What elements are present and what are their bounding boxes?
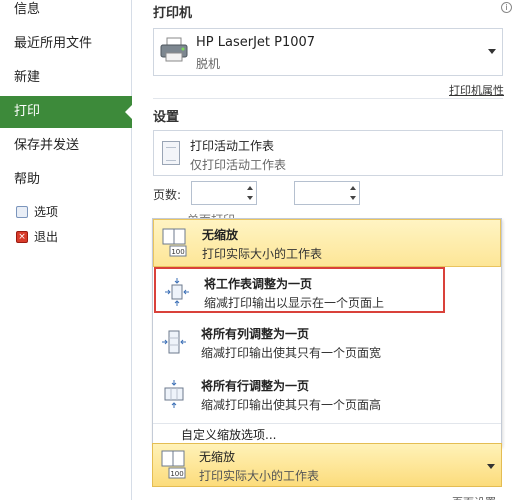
- chevron-down-icon: [488, 49, 496, 54]
- scaling-option-fit-columns[interactable]: 将所有列调整为一页 缩减打印输出使其只有一个页面宽: [153, 319, 501, 367]
- spin-up-icon[interactable]: [247, 186, 253, 190]
- option-title: 将所有行调整为一页: [201, 379, 310, 393]
- custom-scaling-options[interactable]: 自定义缩放选项...: [153, 423, 501, 445]
- sidebar-item-label: 保存并发送: [14, 138, 80, 153]
- settings-section-title: 设置: [153, 110, 180, 125]
- chevron-down-icon: [487, 464, 495, 469]
- scaling-option-fit-sheet[interactable]: 将工作表调整为一页 缩减打印输出以显示在一个页面上: [154, 267, 445, 313]
- option-title: 将所有列调整为一页: [201, 327, 310, 341]
- sidebar-item-label: 帮助: [14, 172, 41, 187]
- sidebar-item-help[interactable]: 帮助: [0, 164, 132, 196]
- scaling-select[interactable]: 100 无缩放 打印实际大小的工作表: [152, 443, 502, 487]
- sidebar-item-label: 信息: [14, 2, 41, 17]
- option-subtitle: 缩减打印输出使其只有一个页面宽: [201, 346, 382, 360]
- sidebar-item-print[interactable]: 打印: [0, 96, 133, 128]
- sidebar-item-exit[interactable]: × 退出: [16, 228, 58, 246]
- fit-rows-icon: [164, 380, 184, 408]
- pages-label: 页数:: [153, 188, 182, 202]
- sidebar-item-label: 选项: [34, 205, 59, 219]
- sidebar-item-info[interactable]: 信息: [0, 0, 132, 26]
- spin-up-icon[interactable]: [350, 186, 356, 190]
- scaling-option-fit-rows[interactable]: 将所有行调整为一页 缩减打印输出使其只有一个页面高: [153, 371, 501, 419]
- printer-icon: [160, 37, 188, 62]
- scaling-option-no-scaling[interactable]: 100 无缩放 打印实际大小的工作表: [153, 219, 501, 267]
- no-scaling-icon: 100: [162, 228, 187, 257]
- sidebar-item-label: 退出: [34, 230, 59, 244]
- pages-to-input[interactable]: [294, 181, 360, 205]
- print-scope-title: 打印活动工作表: [190, 139, 275, 153]
- sidebar-item-save-send[interactable]: 保存并发送: [0, 130, 132, 162]
- sidebar-item-options[interactable]: 选项: [16, 203, 58, 221]
- option-subtitle: 缩减打印输出以显示在一个页面上: [204, 296, 385, 310]
- printer-name: HP LaserJet P1007: [196, 35, 316, 50]
- option-title: 将工作表调整为一页: [204, 277, 313, 291]
- spin-down-icon[interactable]: [247, 196, 253, 200]
- sidebar-item-recent[interactable]: 最近所用文件: [0, 28, 132, 60]
- option-subtitle: 打印实际大小的工作表: [202, 247, 323, 261]
- options-icon: [16, 206, 28, 218]
- printer-select[interactable]: HP LaserJet P1007 脱机: [153, 28, 503, 76]
- pages-from-input[interactable]: [191, 181, 257, 205]
- sidebar-item-label: 新建: [14, 70, 41, 85]
- svg-text:100: 100: [171, 248, 184, 256]
- backstage-sidebar: 信息 最近所用文件 新建 打印 保存并发送 帮助 选项 × 退出: [0, 0, 133, 500]
- scaling-select-subtitle: 打印实际大小的工作表: [199, 469, 320, 483]
- option-title: 无缩放: [202, 228, 239, 242]
- svg-text:100: 100: [170, 470, 183, 478]
- option-subtitle: 缩减打印输出使其只有一个页面高: [201, 398, 382, 412]
- printer-status: 脱机: [196, 57, 221, 71]
- no-scaling-icon: 100: [161, 450, 186, 479]
- print-scope-select[interactable]: 打印活动工作表 仅打印活动工作表: [153, 130, 503, 176]
- printer-properties-link[interactable]: 打印机属性: [449, 82, 504, 98]
- page-setup-link[interactable]: 页面设置: [452, 494, 496, 500]
- worksheet-icon: [162, 141, 180, 165]
- scaling-dropdown-menu: 100 无缩放 打印实际大小的工作表 将工作表调整为一页 缩减打印输出以显示在一…: [152, 218, 502, 446]
- info-icon[interactable]: i: [501, 2, 512, 13]
- sidebar-item-label: 最近所用文件: [14, 36, 93, 51]
- fit-columns-icon: [162, 330, 186, 354]
- printer-section-title: 打印机: [153, 6, 193, 21]
- scaling-select-title: 无缩放: [199, 450, 236, 464]
- spin-down-icon[interactable]: [350, 196, 356, 200]
- sidebar-item-new[interactable]: 新建: [0, 62, 132, 94]
- print-scope-subtitle: 仅打印活动工作表: [190, 158, 287, 172]
- sidebar-item-label: 打印: [14, 104, 41, 119]
- fit-sheet-icon: [165, 278, 189, 306]
- active-pointer-icon: [125, 104, 133, 120]
- exit-icon: ×: [16, 231, 28, 243]
- divider: [153, 98, 503, 99]
